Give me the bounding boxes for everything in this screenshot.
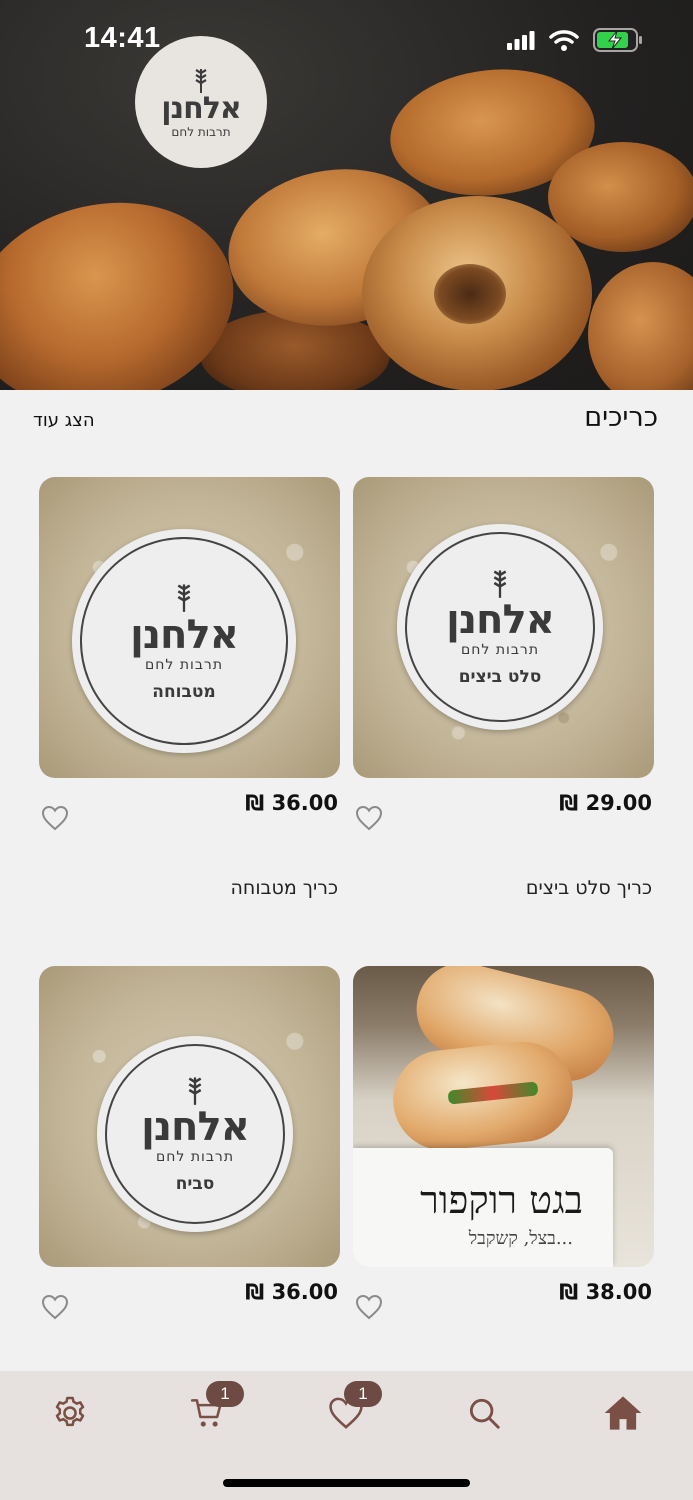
search-icon <box>469 1398 500 1429</box>
product-card[interactable]: אלחנן תרבות לחם מטבוחה ₪ 36.00 כריך מטבו… <box>39 477 340 899</box>
heart-icon[interactable] <box>355 805 383 831</box>
wheat-icon <box>177 584 191 612</box>
heart-icon[interactable] <box>41 1294 69 1320</box>
product-price: ₪ 36.00 <box>245 1280 338 1304</box>
product-image[interactable]: אלחנן תרבות לחם סביח <box>39 966 340 1267</box>
product-image[interactable]: בגט רוקפור ...בצל, קשקבל <box>353 966 654 1267</box>
show-more-link[interactable]: הצג עוד <box>33 410 95 431</box>
tab-cart[interactable]: 1 <box>186 1381 244 1435</box>
sticker-tagline: תרבות לחם <box>155 1149 235 1165</box>
section-title: כריכים <box>584 402 658 433</box>
tab-search[interactable] <box>462 1391 506 1435</box>
product-card[interactable]: אלחנן תרבות לחם סביח ₪ 36.00 <box>39 966 340 1320</box>
brand-tagline: תרבות לחם <box>171 125 231 139</box>
wheat-icon <box>493 570 507 598</box>
pastry-image <box>588 262 693 390</box>
cart-badge: 1 <box>206 1381 244 1407</box>
product-name[interactable]: כריך מטבוחה <box>231 877 338 899</box>
brand-logo: אלחנן תרבות לחם <box>135 36 267 168</box>
product-sticker: אלחנן תרבות לחם סלט ביצים <box>397 524 603 730</box>
sticker-tagline: תרבות לחם <box>144 657 224 673</box>
sticker-item: סביח <box>175 1174 215 1194</box>
home-icon <box>604 1396 642 1430</box>
gear-icon <box>55 1396 85 1427</box>
tab-settings[interactable] <box>48 1391 92 1435</box>
product-price: ₪ 36.00 <box>245 791 338 815</box>
product-price: ₪ 38.00 <box>559 1280 652 1304</box>
product-image[interactable]: אלחנן תרבות לחם מטבוחה <box>39 477 340 778</box>
product-sign: בגט רוקפור ...בצל, קשקבל <box>353 1148 613 1267</box>
heart-icon[interactable] <box>355 1294 383 1320</box>
product-price: ₪ 29.00 <box>559 791 652 815</box>
sticker-item: סלט ביצים <box>458 667 542 687</box>
sticker-brand: אלחנן <box>141 1104 250 1150</box>
product-image[interactable]: אלחנן תרבות לחם סלט ביצים <box>353 477 654 778</box>
wheat-icon <box>195 69 207 93</box>
sticker-brand: אלחנן <box>130 612 239 658</box>
product-card[interactable]: בגט רוקפור ...בצל, קשקבל ₪ 38.00 <box>353 966 654 1320</box>
wifi-icon <box>549 30 579 51</box>
sticker-brand: אלחנן <box>446 597 555 643</box>
product-sticker: אלחנן תרבות לחם סביח <box>97 1036 293 1232</box>
wheat-icon <box>188 1077 202 1105</box>
tab-favorites[interactable]: 1 <box>324 1381 382 1435</box>
favorites-badge: 1 <box>344 1381 382 1407</box>
home-indicator <box>223 1479 470 1487</box>
status-time: 14:41 <box>84 22 161 54</box>
sticker-item: מטבוחה <box>152 682 216 702</box>
signal-icon <box>507 31 535 50</box>
status-icons <box>507 28 643 52</box>
pastry-image <box>362 196 592 390</box>
product-card[interactable]: אלחנן תרבות לחם סלט ביצים ₪ 29.00 כריך ס… <box>353 477 654 899</box>
product-sticker: אלחנן תרבות לחם מטבוחה <box>72 529 296 753</box>
battery-icon <box>593 28 642 52</box>
product-name[interactable]: כריך סלט ביצים <box>526 877 652 899</box>
tab-home[interactable] <box>601 1391 645 1435</box>
sticker-tagline: תרבות לחם <box>460 642 540 658</box>
heart-icon[interactable] <box>41 805 69 831</box>
hero-banner: 14:41 אלחנן תרבות לחם <box>0 0 693 390</box>
sign-text-secondary: ...בצל, קשקבל <box>468 1228 573 1249</box>
brand-name: אלחנן <box>161 91 241 126</box>
sign-text: בגט רוקפור <box>420 1178 583 1222</box>
